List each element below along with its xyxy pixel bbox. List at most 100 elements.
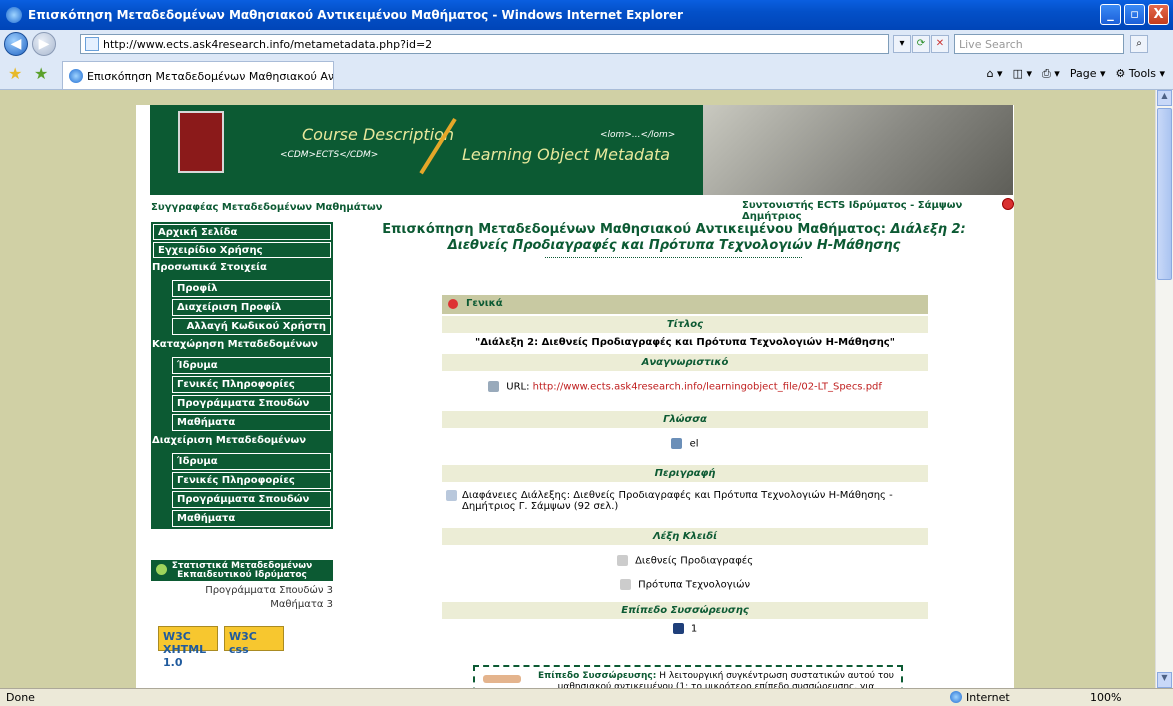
page-content: Course Description <CDM>ECTS</CDM> <lom>…: [136, 105, 1014, 688]
address-toolbar: ◀ ▶ http://www.ects.ask4research.info/me…: [0, 30, 1173, 58]
close-button[interactable]: X: [1148, 4, 1169, 25]
maximize-button[interactable]: ▫: [1124, 4, 1145, 25]
sidebar-menu: Αρχική Σελίδα Εγχειρίδιο Χρήσης Προσωπικ…: [151, 222, 333, 529]
zoom-level[interactable]: 100%: [1090, 691, 1121, 704]
language-icon: [671, 437, 683, 449]
identifier-field: URL: http://www.ects.ask4research.info/l…: [442, 371, 928, 403]
stats-programs[interactable]: Προγράμματα Σπουδών 3: [205, 585, 333, 596]
sidebar-item-entry-general[interactable]: Γενικές Πληροφορίες: [172, 376, 331, 393]
url-prefix: URL:: [506, 381, 530, 393]
aggregation-help-box: Επίπεδο Συσσώρευσης: Η λειτουργική συγκέ…: [473, 665, 903, 688]
address-field[interactable]: http://www.ects.ask4research.info/metame…: [80, 34, 889, 54]
language-value: el: [689, 438, 699, 449]
sidebar-item-manual[interactable]: Εγχειρίδιο Χρήσης: [153, 242, 331, 258]
description-field: Διαφάνειες Διάλεξης: Διεθνείς Προδιαγραφ…: [442, 482, 928, 520]
stats-title: Στατιστικά Μεταδεδομένων Εκπαιδευτικού Ι…: [171, 561, 313, 580]
sidebar-item-entry-programs[interactable]: Προγράμματα Σπουδών: [172, 395, 331, 412]
author-role-left: Συγγραφέας Μεταδεδομένων Μαθημάτων: [151, 202, 383, 213]
general-label: Γενικά: [466, 298, 503, 309]
keyword-icon: [619, 578, 631, 590]
banner-lom-tag: <lom>...</lom>: [600, 130, 676, 140]
forward-button[interactable]: ▶: [32, 32, 56, 56]
zone-label: Internet: [966, 691, 1010, 704]
tab-ie-icon: [69, 69, 83, 83]
w3c-xhtml-badge[interactable]: W3C XHTML 1.0: [158, 626, 218, 669]
home-icon[interactable]: ⌂ ▾: [987, 67, 1003, 81]
description-value: Διαφάνειες Διάλεξης: Διεθνείς Προδιαγραφ…: [462, 490, 893, 512]
sidebar-item-entry-courses[interactable]: Μαθήματα: [172, 414, 331, 431]
language-field-header: Γλώσσα: [442, 410, 928, 428]
stats-courses[interactable]: Μαθήματα 3: [270, 599, 333, 610]
logout-icon[interactable]: [1002, 198, 1014, 210]
page-menu-label: Page: [1069, 67, 1097, 80]
title-field-header: Τίτλος: [442, 316, 928, 333]
aggregation-help-title: Επίπεδο Συσσώρευσης:: [538, 671, 657, 681]
sidebar-item-profile[interactable]: Προφίλ: [172, 280, 331, 297]
general-header: Γενικά: [442, 295, 928, 314]
university-logo: [178, 111, 224, 173]
back-button[interactable]: ◀: [4, 32, 28, 56]
scroll-up-icon[interactable]: ▲: [1157, 90, 1172, 106]
keyword-2-value: Πρότυπα Τεχνολογιών: [638, 579, 751, 590]
site-banner: Course Description <CDM>ECTS</CDM> <lom>…: [150, 105, 1013, 195]
identifier-field-header: Αναγνωριστικό: [442, 354, 928, 371]
tab-current[interactable]: Επισκόπηση Μεταδεδομένων Μαθησιακού Αντι…: [62, 61, 334, 89]
title-bar: Επισκόπηση Μεταδεδομένων Μαθησιακού Αντι…: [0, 0, 1173, 30]
keyword-field-header: Λέξη Κλειδί: [442, 528, 928, 545]
keyword-1-value: Διεθνείς Προδιαγραφές: [635, 555, 754, 567]
vertical-scrollbar[interactable]: ▲ ▼: [1155, 90, 1173, 688]
sidebar-item-manage-courses[interactable]: Μαθήματα: [172, 510, 331, 527]
pointing-hand-icon: [483, 675, 521, 683]
ie-window: Επισκόπηση Μεταδεδομένων Μαθησιακού Αντι…: [0, 0, 1173, 706]
page-viewport: Course Description <CDM>ECTS</CDM> <lom>…: [0, 90, 1155, 688]
search-input[interactable]: Live Search: [954, 34, 1124, 54]
page-icon: [85, 37, 99, 51]
aggregation-field-header: Επίπεδο Συσσώρευσης: [442, 602, 928, 619]
tools-menu[interactable]: ⚙ Tools ▾: [1116, 67, 1166, 81]
scroll-thumb[interactable]: [1157, 108, 1172, 280]
internet-zone-icon: [950, 691, 962, 703]
favorites-star-icon[interactable]: ★: [8, 64, 22, 83]
add-favorites-icon[interactable]: ★: [34, 64, 48, 83]
sidebar-item-manage-programs[interactable]: Προγράμματα Σπουδών: [172, 491, 331, 508]
minimize-button[interactable]: _: [1100, 4, 1121, 25]
stats-icon: [156, 564, 167, 575]
banner-learning-object: Learning Object Metadata: [462, 145, 671, 164]
language-field: el: [442, 428, 928, 460]
sidebar-item-password[interactable]: Αλλαγή Κωδικού Χρήστη: [172, 318, 331, 335]
page-menu[interactable]: Page ▾: [1070, 67, 1106, 81]
sidebar-heading-personal: Προσωπικά Στοιχεία: [152, 262, 267, 273]
address-dropdown-button[interactable]: ▾: [893, 35, 911, 53]
aggregation-value: 1: [690, 623, 698, 635]
banner-cdm-tag: <CDM>ECTS</CDM>: [280, 150, 379, 160]
title-field-value: "Διάλεξη 2: Διεθνείς Προδιαγραφές και Πρ…: [475, 337, 895, 348]
tab-label: Επισκόπηση Μεταδεδομένων Μαθησιακού Αντι…: [87, 70, 334, 83]
sidebar-item-home[interactable]: Αρχική Σελίδα: [153, 224, 331, 240]
keyboard-image: [703, 105, 1013, 195]
tab-bar: ★ ★ Επισκόπηση Μεταδεδομένων Μαθησιακού …: [0, 58, 1173, 90]
sidebar-item-profile-manage[interactable]: Διαχείριση Προφίλ: [172, 299, 331, 316]
sidebar-item-entry-institution[interactable]: Ίδρυμα: [172, 357, 331, 374]
stop-button[interactable]: ✕: [931, 35, 949, 53]
description-field-header: Περιγραφή: [442, 465, 928, 482]
sidebar-heading-entry: Καταχώρηση Μεταδεδομένων: [152, 339, 318, 350]
description-icon: [446, 490, 457, 501]
keyword-1: Διεθνείς Προδιαγραφές: [442, 545, 928, 573]
address-url: http://www.ects.ask4research.info/metame…: [103, 38, 433, 51]
author-role-right: Συντονιστής ECTS Ιδρύματος - Σάμψων Δημή…: [742, 200, 963, 222]
sidebar-heading-manage: Διαχείριση Μεταδεδομένων: [152, 435, 307, 446]
sidebar-item-manage-general[interactable]: Γενικές Πληροφορίες: [172, 472, 331, 489]
sidebar-item-manage-institution[interactable]: Ίδρυμα: [172, 453, 331, 470]
feeds-icon[interactable]: ◫ ▾: [1013, 67, 1032, 81]
print-icon[interactable]: ⎙ ▾: [1042, 67, 1060, 81]
command-bar: ⌂ ▾ ◫ ▾ ⎙ ▾ Page ▾ ⚙ Tools ▾: [987, 67, 1165, 81]
title-divider: [545, 257, 802, 258]
scroll-down-icon[interactable]: ▼: [1157, 672, 1172, 688]
w3c-css-badge[interactable]: W3C css: [224, 626, 284, 656]
identifier-icon: [488, 381, 500, 392]
identifier-url-link[interactable]: http://www.ects.ask4research.info/learni…: [533, 382, 882, 393]
general-icon: [448, 299, 458, 309]
window-title: Επισκόπηση Μεταδεδομένων Μαθησιακού Αντι…: [28, 8, 683, 22]
refresh-button[interactable]: ⟳: [912, 35, 930, 53]
search-icon[interactable]: ⌕: [1130, 35, 1148, 53]
